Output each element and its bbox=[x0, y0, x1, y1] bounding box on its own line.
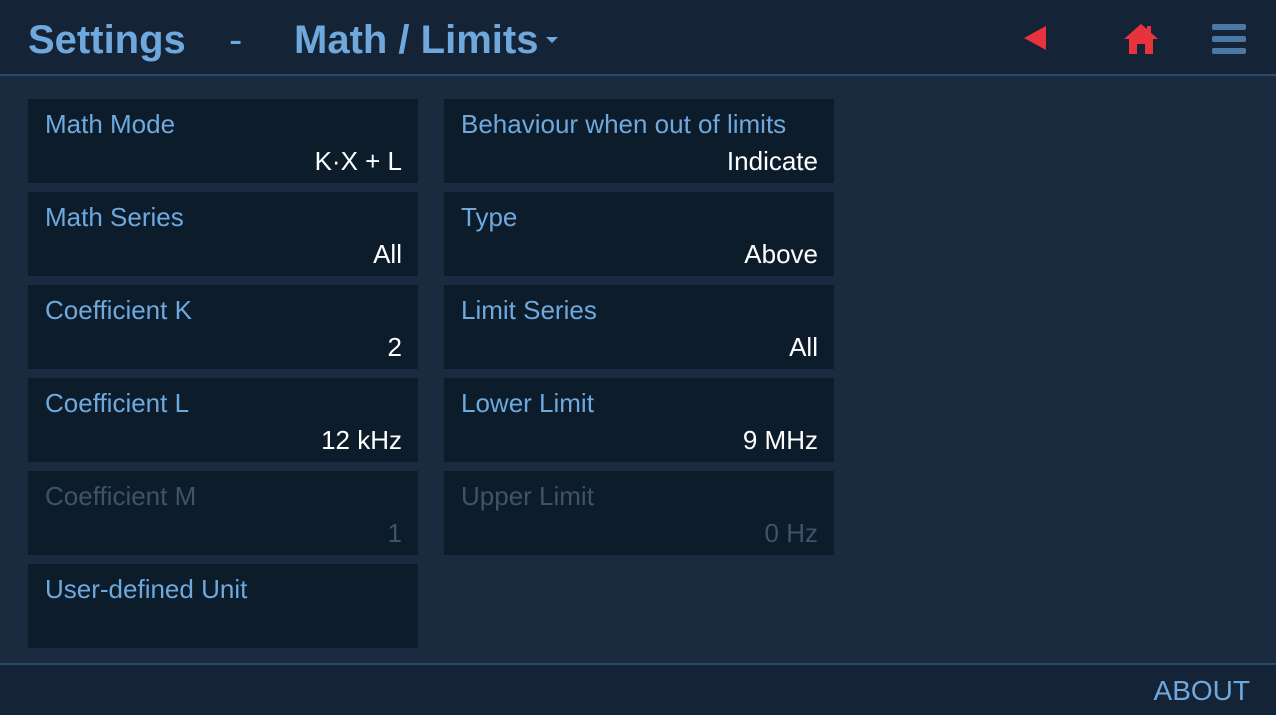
title-separator: - bbox=[229, 18, 243, 62]
settings-title: Settings bbox=[28, 18, 186, 62]
coefficient-l-setting[interactable]: Coefficient L 12 kHz bbox=[28, 378, 418, 462]
upper-limit-setting: Upper Limit 0 Hz bbox=[444, 471, 834, 555]
setting-label: Math Series bbox=[45, 202, 184, 232]
back-button[interactable] bbox=[1022, 24, 1050, 52]
setting-value: 9 MHz bbox=[742, 425, 818, 455]
setting-value: Above bbox=[744, 239, 818, 269]
setting-label: Coefficient M bbox=[45, 481, 197, 511]
home-button[interactable] bbox=[1122, 22, 1160, 56]
back-arrow-icon bbox=[1024, 26, 1046, 50]
caret-down-icon bbox=[546, 37, 559, 44]
page-dropdown[interactable]: Math / Limits bbox=[294, 16, 559, 64]
setting-value: 2 bbox=[387, 332, 402, 362]
coefficient-m-setting: Coefficient M 1 bbox=[28, 471, 418, 555]
home-icon bbox=[1124, 24, 1158, 54]
setting-value: 12 kHz bbox=[321, 425, 402, 455]
user-defined-unit-setting[interactable]: User-defined Unit bbox=[28, 564, 418, 648]
coefficient-k-setting[interactable]: Coefficient K 2 bbox=[28, 285, 418, 369]
bottom-bar: ABOUT bbox=[0, 663, 1276, 715]
math-mode-setting[interactable]: Math Mode K·X + L bbox=[28, 99, 418, 183]
setting-label: Upper Limit bbox=[461, 481, 594, 511]
top-bar: Settings - Math / Limits bbox=[0, 0, 1276, 76]
setting-label: Math Mode bbox=[45, 109, 176, 139]
page-title: Math / Limits bbox=[294, 18, 539, 62]
setting-label: Type bbox=[461, 202, 518, 232]
limit-type-setting[interactable]: Type Above bbox=[444, 192, 834, 276]
setting-label: Behaviour when out of limits bbox=[461, 109, 787, 139]
lower-limit-setting[interactable]: Lower Limit 9 MHz bbox=[444, 378, 834, 462]
setting-label: Coefficient L bbox=[45, 388, 190, 418]
setting-label: Lower Limit bbox=[461, 388, 594, 418]
setting-value: All bbox=[373, 239, 402, 269]
setting-label: Coefficient K bbox=[45, 295, 192, 325]
about-link[interactable]: ABOUT bbox=[1154, 675, 1250, 707]
setting-value: K·X + L bbox=[314, 146, 402, 176]
setting-label: User-defined Unit bbox=[45, 574, 248, 604]
setting-value: Indicate bbox=[726, 146, 818, 176]
limit-series-setting[interactable]: Limit Series All bbox=[444, 285, 834, 369]
out-of-limits-behaviour-setting[interactable]: Behaviour when out of limits Indicate bbox=[444, 99, 834, 183]
setting-value: 0 Hz bbox=[764, 518, 818, 548]
menu-button[interactable] bbox=[1210, 22, 1248, 56]
setting-label: Limit Series bbox=[461, 295, 597, 325]
setting-value: All bbox=[789, 332, 818, 362]
setting-value: 1 bbox=[387, 518, 402, 548]
math-series-setting[interactable]: Math Series All bbox=[28, 192, 418, 276]
